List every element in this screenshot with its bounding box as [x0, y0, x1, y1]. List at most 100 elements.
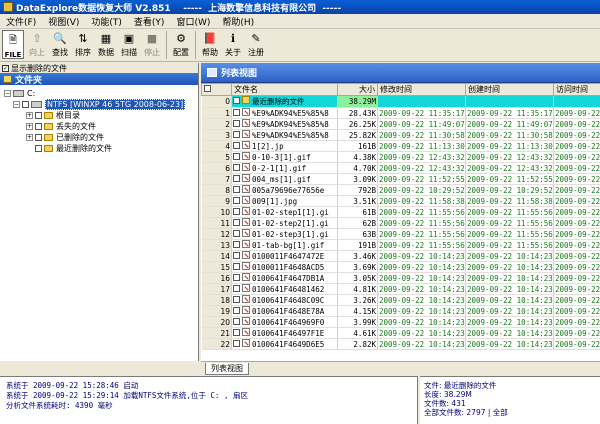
column-header-size[interactable]: 大小	[337, 83, 378, 96]
row-checkbox[interactable]	[233, 241, 240, 248]
row-checkbox[interactable]	[233, 208, 240, 215]
table-row[interactable]: 16 0100641F4647DB1A 3.05K 2009-09-22 10:14:…	[201, 272, 600, 284]
table-row[interactable]: 17 0100641F46481462 4.81K 2009-09-22 10:14:…	[201, 283, 600, 295]
row-name-cell[interactable]: 0100641F46497F1E	[231, 327, 338, 339]
row-name-cell[interactable]: 0100011F4647472E	[231, 250, 338, 262]
row-name-cell[interactable]: 0100641F4648E78A	[231, 305, 338, 317]
expand-icon[interactable]: +	[26, 112, 33, 119]
up-button[interactable]: ⇧ 向上	[26, 29, 48, 61]
tree-item-drive-c[interactable]: − C:	[4, 88, 198, 99]
row-name-cell[interactable]: %E9%ADK94%E5%85%8	[231, 107, 338, 119]
table-row[interactable]: 14 0100011F4647472E 3.46K 2009-09-22 10:14:…	[201, 250, 600, 262]
config-button[interactable]: ⚙ 配置	[170, 29, 192, 61]
menu-view[interactable]: 视图(V)	[42, 15, 85, 28]
menu-window[interactable]: 窗口(W)	[170, 15, 216, 28]
row-checkbox[interactable]	[233, 307, 240, 314]
tree-item-deleted-files[interactable]: + 已删除的文件	[4, 132, 198, 143]
table-row[interactable]: 3 %E9%ADK94%E5%85%8 25.82K 2009-09-22 11:30…	[201, 129, 600, 141]
row-name-cell[interactable]: 0-2-1[1].gif	[231, 162, 338, 174]
table-row[interactable]: 11 01-02-step2[1].gi 62B 2009-09-22 11:55:5…	[201, 217, 600, 229]
column-header-atime[interactable]: 访问时间	[553, 83, 600, 96]
row-checkbox[interactable]	[233, 142, 240, 149]
column-header-name[interactable]: 文件名	[231, 83, 338, 96]
table-row[interactable]: 13 01-tab-bg[1].gif 191B 2009-09-22 11:55:5…	[201, 239, 600, 251]
row-checkbox[interactable]	[233, 164, 240, 171]
show-deleted-toggle[interactable]: ✓ 显示删除的文件	[0, 63, 198, 73]
table-row[interactable]: 9 009[1].jpg 3.51K 2009-09-22 11:58:38 2009-…	[201, 195, 600, 207]
row-name-cell[interactable]: 0100641F46481462	[231, 283, 338, 295]
table-row[interactable]: 7 004_ms[1].gif 3.09K 2009-09-22 11:52:55 20…	[201, 173, 600, 185]
expand-icon[interactable]: +	[26, 134, 33, 141]
stop-button[interactable]: ■ 停止	[141, 29, 163, 61]
column-header-mtime[interactable]: 修改时间	[377, 83, 466, 96]
table-row[interactable]: 21 0100641F46497F1E 4.61K 2009-09-22 10:14:…	[201, 327, 600, 339]
collapse-icon[interactable]: −	[4, 90, 11, 97]
table-row[interactable]: 12 01-02-step3[1].gi 63B 2009-09-22 11:55:5…	[201, 228, 600, 240]
tree-item-root[interactable]: + 根目录	[4, 110, 198, 121]
table-row[interactable]: 18 0100641F4648C09C 3.26K 2009-09-22 10:14:…	[201, 294, 600, 306]
row-checkbox[interactable]	[233, 318, 240, 325]
expand-icon[interactable]: +	[26, 123, 33, 130]
row-checkbox[interactable]	[233, 197, 240, 204]
table-row[interactable]: 1 %E9%ADK94%E5%85%8 28.43K 2009-09-22 11:35…	[201, 107, 600, 119]
row-name-cell[interactable]: 004_ms[1].gif	[231, 173, 338, 185]
row-checkbox[interactable]	[233, 153, 240, 160]
row-name-cell[interactable]: 005a79696e77656e	[231, 184, 338, 196]
table-row[interactable]: 15 0100011F4648ACD5 3.69K 2009-09-22 10:14:…	[201, 261, 600, 273]
about-button[interactable]: ℹ 关于	[222, 29, 244, 61]
tree-checkbox[interactable]	[35, 145, 42, 152]
table-row[interactable]: 20 0100641F464969F0 3.99K 2009-09-22 10:14:…	[201, 316, 600, 328]
show-deleted-checkbox[interactable]: ✓	[2, 64, 9, 72]
tab-list-view[interactable]: 列表视图	[205, 363, 249, 375]
row-name-cell[interactable]: 01-tab-bg[1].gif	[231, 239, 338, 251]
row-name-cell[interactable]: 0100641F4648C09C	[231, 294, 338, 306]
table-row[interactable]: 10 01-02-step1[1].gi 61B 2009-09-22 11:55:5…	[201, 206, 600, 218]
tree-checkbox[interactable]	[35, 123, 42, 130]
row-name-cell[interactable]: 01-02-step2[1].gi	[231, 217, 338, 229]
row-checkbox[interactable]	[233, 230, 240, 237]
row-checkbox[interactable]	[233, 285, 240, 292]
row-name-cell[interactable]: 0100641F4647DB1A	[231, 272, 338, 284]
help-button[interactable]: 📕 帮助	[199, 29, 221, 61]
row-name-cell[interactable]: 最近删除的文件	[231, 95, 338, 108]
tree-checkbox[interactable]	[22, 101, 29, 108]
scan-button[interactable]: ▣ 扫描	[118, 29, 140, 61]
row-checkbox[interactable]	[233, 97, 240, 104]
row-name-cell[interactable]: 0100011F4648ACD5	[231, 261, 338, 273]
row-name-cell[interactable]: 009[1].jpg	[231, 195, 338, 207]
table-row[interactable]: 6 0-2-1[1].gif 4.70K 2009-09-22 12:43:32 200…	[201, 162, 600, 174]
table-row[interactable]: 2 %E9%ADK94%E5%85%8 26.25K 2009-09-22 11:49…	[201, 118, 600, 130]
sort-button[interactable]: ⇅ 排序	[72, 29, 94, 61]
tree-checkbox[interactable]	[35, 134, 42, 141]
collapse-icon[interactable]: −	[13, 101, 20, 108]
find-button[interactable]: 🔍 查找	[49, 29, 71, 61]
row-name-cell[interactable]: 0100641F4649D6E5	[231, 338, 338, 350]
row-checkbox[interactable]	[233, 340, 240, 347]
table-row[interactable]: 22 0100641F4649D6E5 2.82K 2009-09-22 10:14:…	[201, 338, 600, 350]
row-checkbox[interactable]	[233, 175, 240, 182]
row-name-cell[interactable]: 01-02-step3[1].gi	[231, 228, 338, 240]
row-checkbox[interactable]	[233, 186, 240, 193]
row-name-cell[interactable]: 0-10-3[1].gif	[231, 151, 338, 163]
table-row[interactable]: 8 005a79696e77656e 792B 2009-09-22 10:29:52…	[201, 184, 600, 196]
row-checkbox[interactable]	[233, 296, 240, 303]
column-header-ctime[interactable]: 创建时间	[465, 83, 554, 96]
register-button[interactable]: ✎ 注册	[245, 29, 267, 61]
data-button[interactable]: ▦ 数据	[95, 29, 117, 61]
menu-file[interactable]: 文件(F)	[0, 15, 42, 28]
menu-help[interactable]: 帮助(H)	[216, 15, 260, 28]
row-checkbox[interactable]	[233, 131, 240, 138]
menu-function[interactable]: 功能(T)	[85, 15, 128, 28]
table-row[interactable]: 0 最近删除的文件 38.29M	[201, 95, 600, 108]
row-checkbox[interactable]	[233, 263, 240, 270]
row-checkbox[interactable]	[233, 274, 240, 281]
tree-item-recently-deleted[interactable]: 最近删除的文件	[4, 143, 198, 154]
row-name-cell[interactable]: %E9%ADK94%E5%85%8	[231, 129, 338, 141]
row-name-cell[interactable]: 1[2].jp	[231, 140, 338, 152]
file-button[interactable]: 🗎 FILE	[2, 30, 24, 59]
row-checkbox[interactable]	[233, 329, 240, 336]
row-name-cell[interactable]: 0100641F464969F0	[231, 316, 338, 328]
table-row[interactable]: 4 1[2].jp 161B 2009-09-22 11:13:30 2009-09-2…	[201, 140, 600, 152]
tree-item-ntfs[interactable]: − NTFS [WINXP 46 5TG 2008-06-23]	[4, 99, 198, 110]
select-all-checkbox[interactable]	[204, 85, 211, 92]
